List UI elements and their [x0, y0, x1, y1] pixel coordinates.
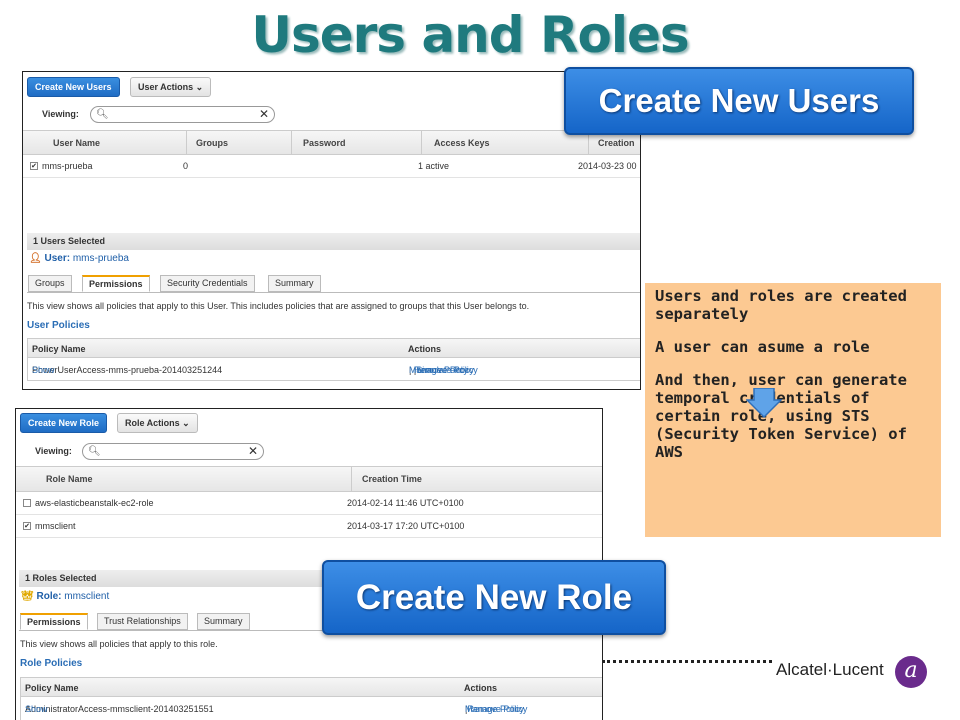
- tab-summary[interactable]: Summary: [268, 275, 321, 292]
- callout-text-3: And then, user can generate temporal cre…: [655, 371, 907, 461]
- permissions-note: This view shows all policies that apply …: [20, 639, 218, 649]
- callout-text-2: A user can asume a role: [655, 338, 870, 356]
- user-tabs: Groups Permissions Security Credentials …: [27, 275, 640, 293]
- tab-permissions[interactable]: Permissions: [20, 613, 88, 630]
- zoom-create-new-role: Create New Role: [322, 560, 666, 635]
- col-policy-name: Policy Name: [25, 683, 79, 693]
- tab-groups[interactable]: Groups: [28, 275, 72, 292]
- logo-mark-icon: a: [895, 656, 927, 688]
- creation-cell: 2014-03-23 00: [578, 161, 637, 171]
- simulate-policy-link[interactable]: Simulate Policy: [416, 365, 478, 375]
- row-checkbox[interactable]: ✔: [23, 522, 31, 530]
- create-new-role-button[interactable]: Create New Role: [20, 413, 108, 433]
- col-creation[interactable]: Creation: [598, 138, 635, 148]
- table-row[interactable]: aws-elasticbeanstalk-ec2-role 2014-02-14…: [16, 492, 602, 515]
- user-name-cell: mms-prueba: [42, 161, 93, 171]
- slide-title: Users and Roles: [251, 6, 689, 64]
- col-password[interactable]: Password: [303, 138, 346, 148]
- user-icon: 👤︎: [29, 253, 42, 264]
- tab-summary[interactable]: Summary: [197, 613, 250, 630]
- col-actions: Actions: [464, 683, 498, 693]
- remove-policy-link[interactable]: Remove Policy: [467, 704, 527, 714]
- creation-time-cell: 2014-03-17 17:20 UTC+0100: [347, 521, 465, 531]
- access-keys-cell: 1 active: [418, 161, 450, 171]
- groups-cell: 0: [183, 161, 189, 171]
- iam-users-panel: Create New Users User Actions ⌄ Viewing:…: [22, 71, 641, 390]
- row-checkbox[interactable]: ✔: [30, 162, 38, 170]
- create-new-users-button[interactable]: Create New Users: [27, 77, 120, 97]
- user-policies-title: User Policies: [27, 320, 90, 331]
- explanation-callout: Users and roles are created separately A…: [645, 283, 941, 537]
- tab-trust-relationships[interactable]: Trust Relationships: [97, 613, 188, 630]
- viewing-label: Viewing:: [35, 446, 72, 456]
- user-policies-table: Policy Name Actions PowerUserAccess-mms-…: [27, 338, 640, 381]
- show-link[interactable]: Show: [25, 704, 48, 714]
- role-name-cell: aws-elasticbeanstalk-ec2-role: [35, 498, 154, 508]
- clear-icon[interactable]: ✕: [259, 107, 269, 121]
- col-access-keys[interactable]: Access Keys: [434, 138, 490, 148]
- selection-bar: 1 Users Selected: [27, 233, 640, 250]
- footer-divider: [602, 660, 772, 663]
- zoom-create-new-users: Create New Users: [564, 67, 914, 135]
- row-checkbox[interactable]: [23, 499, 31, 507]
- col-groups[interactable]: Groups: [196, 138, 228, 148]
- search-icon: 🔍︎: [96, 109, 109, 120]
- search-icon: 🔍︎: [88, 446, 101, 457]
- role-name-cell: mmsclient: [35, 521, 76, 531]
- policy-name: PowerUserAccess-mms-prueba-201403251244: [32, 365, 223, 375]
- role-policies-table: Policy Name Actions AdministratorAccess-…: [20, 677, 602, 720]
- roles-table-header: Role Name Creation Time: [16, 466, 602, 492]
- col-actions: Actions: [408, 344, 442, 354]
- show-link[interactable]: Show: [32, 365, 55, 375]
- tab-permissions[interactable]: Permissions: [82, 275, 150, 292]
- users-table-header: User Name Groups Password Access Keys Cr…: [23, 130, 640, 155]
- policy-name: AdministratorAccess-mmsclient-2014032515…: [25, 704, 214, 714]
- role-policies-title: Role Policies: [20, 658, 83, 669]
- callout-text-1: Users and roles are created separately: [655, 287, 907, 323]
- selected-role: 👑︎ Role: mmsclient: [21, 591, 110, 602]
- permissions-note: This view shows all policies that apply …: [27, 301, 530, 311]
- col-policy-name: Policy Name: [32, 344, 86, 354]
- alcatel-lucent-logo: Alcatel·Lucent: [776, 660, 884, 679]
- user-actions-button[interactable]: User Actions ⌄: [130, 77, 212, 97]
- creation-time-cell: 2014-02-14 11:46 UTC+0100: [347, 498, 464, 508]
- col-user-name[interactable]: User Name: [53, 138, 100, 148]
- down-arrow-icon: [746, 388, 782, 418]
- search-input[interactable]: 🔍︎ ✕: [82, 443, 264, 460]
- table-row[interactable]: ✔ mmsclient 2014-03-17 17:20 UTC+0100: [16, 515, 602, 538]
- col-role-name[interactable]: Role Name: [46, 474, 93, 484]
- table-row[interactable]: ✔ mms-prueba 0 1 active 2014-03-23 00: [23, 155, 640, 178]
- tab-security-credentials[interactable]: Security Credentials: [160, 275, 255, 292]
- role-icon: 👑︎: [21, 591, 34, 602]
- viewing-label: Viewing:: [42, 109, 79, 119]
- clear-icon[interactable]: ✕: [248, 444, 258, 458]
- selected-user: 👤︎ User: mms-prueba: [29, 253, 129, 264]
- search-input[interactable]: 🔍︎ ✕: [90, 106, 275, 123]
- role-actions-button[interactable]: Role Actions ⌄: [117, 413, 198, 433]
- col-creation-time[interactable]: Creation Time: [362, 474, 422, 484]
